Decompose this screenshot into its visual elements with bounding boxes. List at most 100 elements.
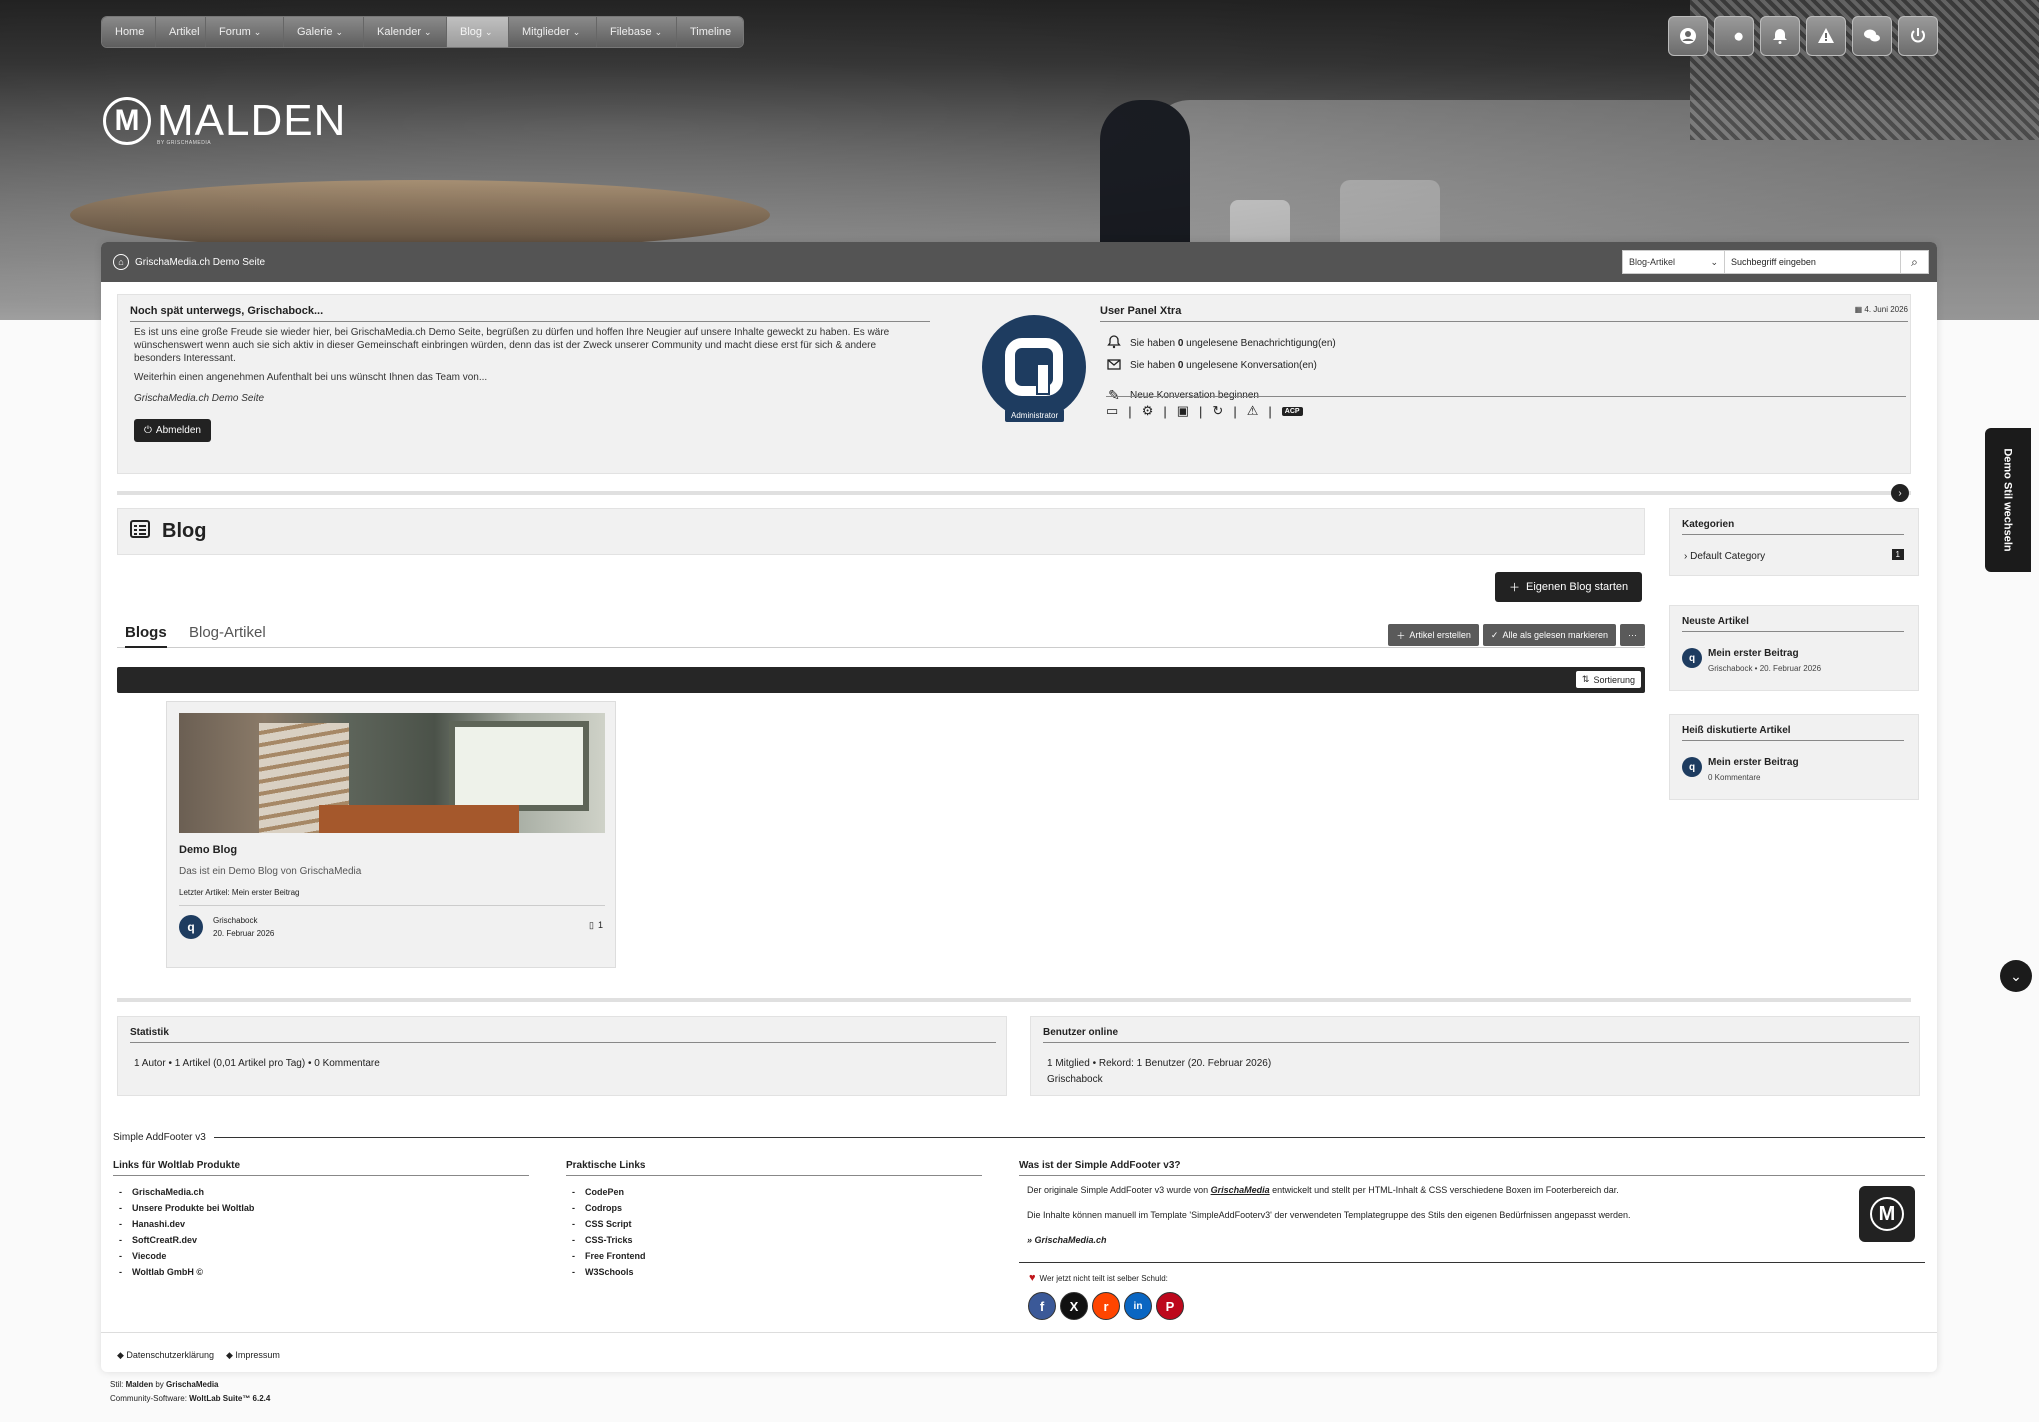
search-button[interactable]: ⌕	[1901, 250, 1929, 274]
footer-link[interactable]: SoftCreatR.dev	[119, 1232, 529, 1248]
nav-item-artikel[interactable]: Artikel	[156, 17, 206, 47]
conversations-link[interactable]: Sie haben 0 ungelesene Konversation(en)	[1106, 357, 1317, 374]
box-title: Benutzer online	[1043, 1027, 1909, 1043]
x-icon[interactable]: X	[1060, 1292, 1088, 1320]
heart-icon: ♥	[1029, 1272, 1036, 1284]
home-icon[interactable]: ⌂	[113, 254, 129, 270]
chevron-down-icon: ⌄	[572, 26, 581, 37]
author-link[interactable]: GrischaMedia	[166, 1380, 218, 1389]
nav-item-forum[interactable]: Forum ⌄	[206, 17, 284, 47]
chevron-down-icon: ⌄	[424, 26, 432, 37]
logout-button[interactable]: ⏻ Abmelden	[134, 419, 211, 442]
article-meta: Grischabock • 20. Februar 2026	[1708, 664, 1822, 673]
style-link[interactable]: Malden	[126, 1380, 154, 1389]
blog-cover-image[interactable]	[179, 713, 605, 833]
sort-button[interactable]: ⇅ Sortierung	[1575, 671, 1641, 688]
footer-link[interactable]: GrischaMedia.ch	[119, 1184, 529, 1200]
nav-item-blog[interactable]: Blog ⌄	[447, 17, 509, 47]
style-switcher-tab[interactable]: Demo Stil wechseln	[1985, 428, 2031, 572]
footer-link[interactable]: Unsere Produkte bei Woltlab	[119, 1200, 529, 1216]
start-blog-button[interactable]: ＋ Eigenen Blog starten	[1495, 572, 1643, 602]
nav-item-galerie[interactable]: Galerie ⌄	[284, 17, 364, 47]
search-scope-select[interactable]: Blog-Artikel ⌄	[1622, 250, 1725, 274]
mark-all-read-button[interactable]: ✓ Alle als gelesen markieren	[1482, 624, 1616, 646]
legal-links: ◆ Datenschutzerklärung ◆ Impressum	[117, 1350, 280, 1361]
refresh-icon[interactable]: ↻	[1212, 403, 1223, 419]
article-link[interactable]: Mein erster Beitrag	[1708, 757, 1799, 768]
brand-link[interactable]: GrischaMedia	[1211, 1185, 1270, 1195]
tab-blog-artikel[interactable]: Blog-Artikel	[189, 624, 266, 641]
footer-about-link[interactable]: » GrischaMedia.ch	[1027, 1234, 1925, 1247]
blog-last-article[interactable]: Letzter Artikel: Mein erster Beitrag	[179, 888, 300, 897]
welcome-title: Noch spät unterwegs, Grischabock...	[130, 305, 930, 322]
wrench-icon[interactable]	[1714, 16, 1754, 56]
search-input[interactable]: Suchbegriff eingeben	[1725, 250, 1901, 274]
box-title: Heiß diskutierte Artikel	[1682, 725, 1904, 741]
nav-item-kalender[interactable]: Kalender ⌄	[364, 17, 447, 47]
more-options-button[interactable]: ···	[1620, 624, 1645, 646]
pinterest-icon[interactable]: P	[1156, 1292, 1184, 1320]
avatar[interactable]: q	[1682, 757, 1702, 777]
reddit-icon[interactable]: r	[1092, 1292, 1120, 1320]
avatar[interactable]: q	[179, 915, 203, 939]
footer-link[interactable]: CSS Script	[572, 1216, 982, 1232]
chat-icon[interactable]	[1852, 16, 1892, 56]
create-article-button[interactable]: ＋ Artikel erstellen	[1388, 624, 1479, 646]
footer-link[interactable]: Viecode	[119, 1248, 529, 1264]
footer-heading: Simple AddFooter v3	[113, 1132, 1925, 1143]
sort-bar: ⇅ Sortierung	[117, 667, 1645, 693]
site-logo[interactable]: M MALDEN BY GRISCHAMEDIA	[103, 96, 346, 146]
blog-name[interactable]: Demo Blog	[179, 844, 237, 856]
nav-item-mitglieder[interactable]: Mitglieder ⌄	[509, 17, 597, 47]
nav-item-home[interactable]: Home	[102, 17, 156, 47]
nav-item-filebase[interactable]: Filebase ⌄	[597, 17, 677, 47]
facebook-icon[interactable]: f	[1028, 1292, 1056, 1320]
notifications-link[interactable]: Sie haben 0 ungelesene Benachrichtigung(…	[1106, 335, 1336, 352]
nav-item-timeline[interactable]: Timeline	[677, 17, 743, 47]
software-link[interactable]: WoltLab Suite™ 6.2.4	[189, 1394, 270, 1403]
footer-link[interactable]: W3Schools	[572, 1264, 982, 1280]
role-badge: Administrator	[1005, 409, 1065, 422]
privacy-link[interactable]: ◆ Datenschutzerklärung	[117, 1350, 214, 1361]
category-link[interactable]: › Default Category	[1684, 551, 1765, 562]
acp-button[interactable]: ACP	[1281, 406, 1303, 416]
linkedin-icon[interactable]: in	[1124, 1292, 1152, 1320]
footer-column-title: Praktische Links	[566, 1160, 982, 1176]
author-name[interactable]: Grischabock	[213, 914, 274, 927]
box-title: Kategorien	[1682, 519, 1904, 535]
user-icon[interactable]	[1668, 16, 1708, 56]
footer-column-title: Links für Woltlab Produkte	[113, 1160, 529, 1176]
blog-description: Das ist ein Demo Blog von GrischaMedia	[179, 866, 362, 877]
article-link[interactable]: Mein erster Beitrag	[1708, 648, 1799, 659]
breadcrumb-item[interactable]: GrischaMedia.ch Demo Seite	[135, 257, 265, 268]
bell-icon[interactable]	[1760, 16, 1800, 56]
check-icon: ✓	[1490, 629, 1499, 640]
chevron-right-icon[interactable]: ›	[1891, 484, 1909, 502]
footer-link[interactable]: Free Frontend	[572, 1248, 982, 1264]
avatar[interactable]: q	[1682, 648, 1702, 668]
user-settings-icon[interactable]: ⚙	[1142, 403, 1154, 419]
id-card-icon[interactable]: ▭	[1106, 403, 1118, 419]
tab-blogs[interactable]: Blogs	[125, 624, 167, 648]
online-user-link[interactable]: Grischabock	[1047, 1072, 1271, 1088]
image-icon[interactable]: ▣	[1177, 403, 1189, 419]
footer-about-text: Der originale Simple AddFooter v3 wurde …	[1027, 1185, 1619, 1195]
sort-icon: ⇅	[1581, 674, 1590, 684]
page-title-text: Blog	[162, 520, 207, 542]
tab-actions: ＋ Artikel erstellen ✓ Alle als gelesen mar…	[1388, 624, 1645, 646]
list-icon	[130, 519, 150, 545]
imprint-link[interactable]: ◆ Impressum	[226, 1350, 280, 1361]
users-online-box: Benutzer online 1 Mitglied • Rekord: 1 B…	[1030, 1016, 1920, 1096]
footer-link[interactable]: CSS-Tricks	[572, 1232, 982, 1248]
footer-link[interactable]: Woltlab GmbH ©	[119, 1264, 529, 1280]
scroll-down-button[interactable]: ⌄	[2000, 960, 2032, 992]
footer-link[interactable]: Codrops	[572, 1200, 982, 1216]
power-icon[interactable]	[1898, 16, 1938, 56]
footer-link[interactable]: Hanashi.dev	[119, 1216, 529, 1232]
blog-card[interactable]: Demo Blog Das ist ein Demo Blog von Gris…	[166, 701, 616, 968]
warning-icon[interactable]	[1806, 16, 1846, 56]
avatar[interactable]	[982, 315, 1086, 419]
warning-icon[interactable]: ⚠	[1247, 403, 1259, 419]
footer-link[interactable]: CodePen	[572, 1184, 982, 1200]
statistics-box: Statistik 1 Autor • 1 Artikel (0,01 Arti…	[117, 1016, 1007, 1096]
